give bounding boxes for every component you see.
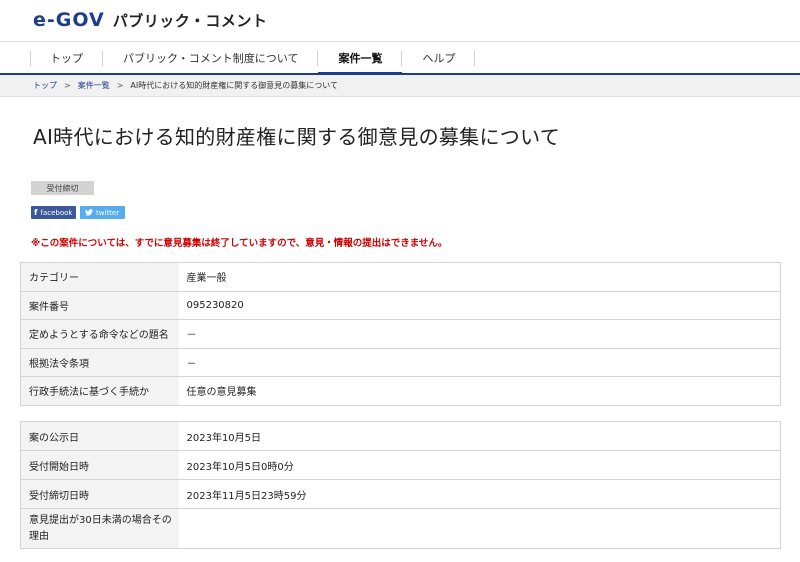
table-row: 受付締切日時 2023年11月5日23時59分 [20, 479, 781, 509]
nav-item-label: 案件一覧 [338, 51, 383, 65]
table-row: 受付開始日時 2023年10月5日0時0分 [20, 450, 781, 480]
row-value: 2023年10月5日 [178, 421, 781, 451]
nav-item-about[interactable]: パブリック・コメント制度について [103, 42, 319, 73]
nav-item-list[interactable]: 案件一覧 [318, 42, 403, 75]
row-label: カテゴリー [20, 262, 179, 292]
nav-item-label: パブリック・コメント制度について [123, 51, 299, 65]
breadcrumb-link-list[interactable]: 案件一覧 [78, 80, 110, 91]
site-title: パブリック・コメント [112, 11, 268, 30]
row-value: － [178, 319, 781, 349]
table-row: カテゴリー 産業一般 [20, 262, 781, 292]
nav-item-help[interactable]: ヘルプ [402, 42, 476, 73]
table-row: 行政手続法に基づく手続か 任意の意見募集 [20, 376, 781, 405]
row-value: 任意の意見募集 [178, 376, 781, 405]
facebook-label: facebook [40, 208, 73, 217]
table-row: 定めようとする命令などの題名 － [20, 319, 781, 349]
row-value [178, 508, 781, 549]
dates-table: 案の公示日 2023年10月5日 受付開始日時 2023年10月5日0時0分 受… [20, 421, 781, 549]
row-label: 案件番号 [20, 291, 179, 320]
row-value: 産業一般 [178, 262, 781, 292]
twitter-share-button[interactable]: twitter [80, 206, 125, 219]
table-row: 案の公示日 2023年10月5日 [20, 421, 781, 451]
nav-item-label: トップ [50, 51, 83, 65]
row-value: 2023年11月5日23時59分 [178, 479, 781, 509]
row-label: 案の公示日 [20, 421, 179, 451]
row-value: 2023年10月5日0時0分 [178, 450, 781, 480]
row-label: 受付締切日時 [20, 479, 179, 509]
facebook-icon: f [34, 208, 38, 217]
row-label: 意見提出が30日未満の場合その理由 [20, 508, 179, 549]
table-row: 根拠法令条項 － [20, 348, 781, 377]
egov-logo[interactable]: e-GOV パブリック・コメント [33, 9, 267, 31]
main-nav: トップ パブリック・コメント制度について 案件一覧 ヘルプ [0, 42, 800, 75]
table-row: 意見提出が30日未満の場合その理由 [20, 508, 781, 549]
page-title: AI時代における知的財産権に関する御意見の募集について [33, 125, 561, 149]
nav-item-top[interactable]: トップ [30, 42, 103, 73]
row-label: 定めようとする命令などの題名 [20, 319, 179, 349]
active-indicator [318, 72, 403, 75]
twitter-icon [85, 209, 93, 216]
breadcrumb: トップ > 案件一覧 > AI時代における知的財産権に関する御意見の募集について [0, 75, 800, 97]
row-value: － [178, 348, 781, 377]
closed-notice: ※この案件については、すでに意見募集は終了していますので、意見・情報の提出はでき… [31, 238, 448, 249]
facebook-share-button[interactable]: f facebook [31, 206, 76, 219]
breadcrumb-separator: > [116, 81, 124, 90]
twitter-label: twitter [96, 208, 120, 217]
row-label: 行政手続法に基づく手続か [20, 376, 179, 405]
nav-item-label: ヘルプ [422, 51, 456, 65]
breadcrumb-separator: > [64, 81, 71, 90]
share-buttons: f facebook twitter [31, 206, 125, 219]
row-label: 根拠法令条項 [20, 348, 179, 377]
row-value: 095230820 [178, 291, 781, 320]
details-table: カテゴリー 産業一般 案件番号 095230820 定めようとする命令などの題名… [20, 262, 781, 406]
table-row: 案件番号 095230820 [20, 291, 781, 320]
breadcrumb-current: AI時代における知的財産権に関する御意見の募集について [130, 81, 338, 90]
logo-mark: e-GOV [33, 9, 105, 31]
breadcrumb-link-top[interactable]: トップ [33, 80, 57, 91]
site-header: e-GOV パブリック・コメント [0, 0, 800, 42]
status-badge: 受付締切 [31, 181, 94, 195]
row-label: 受付開始日時 [20, 450, 179, 480]
